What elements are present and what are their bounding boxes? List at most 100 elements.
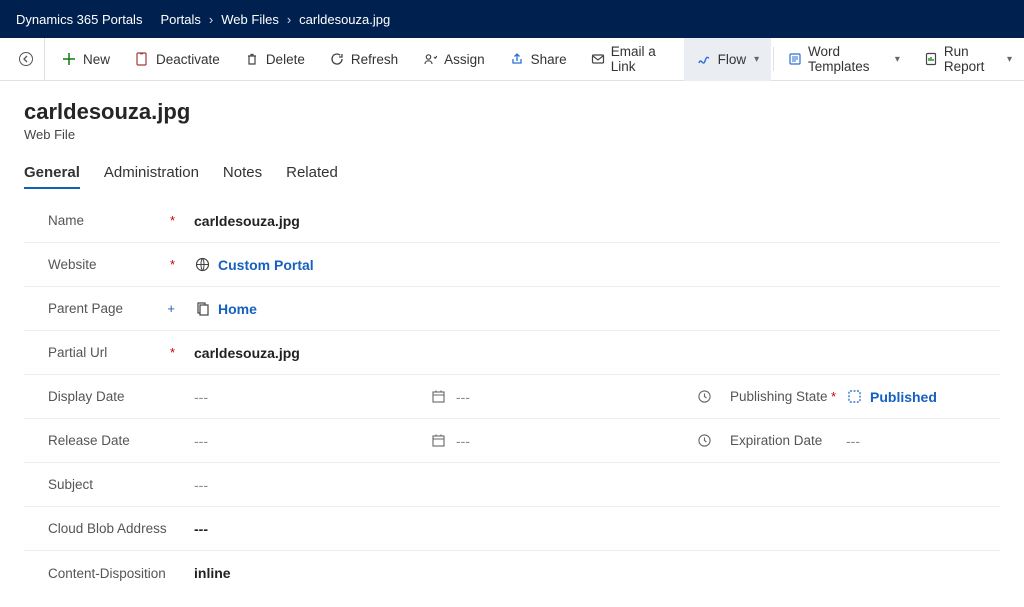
form-tabs: General Administration Notes Related bbox=[0, 146, 1024, 191]
breadcrumb-item[interactable]: Portals bbox=[160, 12, 200, 27]
parent-value[interactable]: Home bbox=[180, 301, 1000, 317]
general-form: Name * carldesouza.jpg Website * Custom Po… bbox=[0, 191, 1024, 595]
delete-button[interactable]: Delete bbox=[232, 38, 317, 81]
field-name: Name * carldesouza.jpg bbox=[24, 199, 1000, 243]
email-icon bbox=[591, 51, 605, 67]
email-link-label: Email a Link bbox=[611, 44, 672, 74]
chevron-down-icon: ▾ bbox=[1007, 54, 1012, 65]
flow-button[interactable]: Flow ▾ bbox=[684, 38, 772, 81]
subject-value[interactable]: --- bbox=[180, 477, 1000, 493]
website-link: Custom Portal bbox=[218, 257, 314, 273]
publishing-state-link: Published bbox=[870, 389, 937, 405]
deactivate-label: Deactivate bbox=[156, 52, 220, 67]
back-icon bbox=[18, 51, 34, 67]
required-icon: * bbox=[170, 257, 175, 272]
refresh-label: Refresh bbox=[351, 52, 398, 67]
flow-icon bbox=[696, 51, 712, 67]
calendar-icon[interactable] bbox=[430, 389, 446, 405]
field-content-disposition: Content-Disposition inline bbox=[24, 551, 1000, 595]
release-date-label: Release Date bbox=[48, 433, 130, 448]
run-report-label: Run Report bbox=[944, 44, 999, 74]
expiration-value[interactable]: --- bbox=[846, 433, 946, 449]
parent-link: Home bbox=[218, 301, 257, 317]
cloud-value[interactable]: --- bbox=[180, 521, 1000, 537]
refresh-icon bbox=[329, 51, 345, 67]
chevron-right-icon: › bbox=[287, 12, 291, 27]
delete-label: Delete bbox=[266, 52, 305, 67]
flow-label: Flow bbox=[718, 52, 747, 67]
display-date-date[interactable]: --- bbox=[180, 389, 412, 405]
field-subject: Subject --- bbox=[24, 463, 1000, 507]
expiration-label: Expiration Date bbox=[730, 433, 822, 448]
partial-label: Partial Url bbox=[48, 345, 107, 360]
trash-icon bbox=[244, 51, 260, 67]
assign-icon bbox=[422, 51, 438, 67]
recommended-icon: + bbox=[167, 301, 175, 316]
release-date-date[interactable]: --- bbox=[180, 433, 412, 449]
assign-label: Assign bbox=[444, 52, 485, 67]
email-link-button[interactable]: Email a Link bbox=[579, 38, 684, 81]
new-label: New bbox=[83, 52, 110, 67]
tab-administration[interactable]: Administration bbox=[104, 158, 199, 191]
calendar-icon[interactable] bbox=[430, 433, 446, 449]
tab-related[interactable]: Related bbox=[286, 158, 338, 191]
breadcrumb-item[interactable]: Web Files bbox=[221, 12, 279, 27]
report-icon bbox=[924, 51, 938, 67]
page-title: carldesouza.jpg bbox=[24, 99, 1000, 125]
plus-icon bbox=[61, 51, 77, 67]
command-bar: New Deactivate Delete Refresh Assign bbox=[0, 38, 1024, 81]
display-date-label: Display Date bbox=[48, 389, 125, 404]
website-value[interactable]: Custom Portal bbox=[180, 257, 1000, 273]
word-templates-button[interactable]: Word Templates ▾ bbox=[776, 38, 912, 81]
share-icon bbox=[509, 51, 525, 67]
field-display-date: Display Date --- --- Publishing State* P… bbox=[24, 375, 1000, 419]
share-button[interactable]: Share bbox=[497, 38, 579, 81]
name-value[interactable]: carldesouza.jpg bbox=[180, 213, 1000, 229]
state-icon bbox=[846, 389, 862, 405]
required-icon: * bbox=[170, 213, 175, 228]
field-parent-page: Parent Page + Home bbox=[24, 287, 1000, 331]
share-label: Share bbox=[531, 52, 567, 67]
word-templates-label: Word Templates bbox=[808, 44, 887, 74]
website-label: Website bbox=[48, 257, 97, 272]
page-icon bbox=[194, 301, 210, 317]
disposition-label: Content-Disposition bbox=[48, 566, 166, 581]
deactivate-button[interactable]: Deactivate bbox=[122, 38, 232, 81]
breadcrumb-item[interactable]: carldesouza.jpg bbox=[299, 12, 390, 27]
release-date-time[interactable]: --- bbox=[456, 433, 686, 449]
field-cloud-blob: Cloud Blob Address --- bbox=[24, 507, 1000, 551]
partial-value[interactable]: carldesouza.jpg bbox=[180, 345, 1000, 361]
chevron-down-icon: ▾ bbox=[895, 54, 900, 65]
separator bbox=[773, 47, 774, 71]
clock-icon[interactable] bbox=[696, 389, 712, 405]
field-partial-url: Partial Url * carldesouza.jpg bbox=[24, 331, 1000, 375]
breadcrumb: Portals › Web Files › carldesouza.jpg bbox=[160, 12, 390, 27]
entity-name: Web File bbox=[24, 127, 1000, 142]
word-icon bbox=[788, 51, 802, 67]
tab-notes[interactable]: Notes bbox=[223, 158, 262, 191]
field-release-date: Release Date --- --- Expiration Date --- bbox=[24, 419, 1000, 463]
required-icon: * bbox=[170, 345, 175, 360]
display-date-time[interactable]: --- bbox=[456, 389, 686, 405]
name-label: Name bbox=[48, 213, 84, 228]
refresh-button[interactable]: Refresh bbox=[317, 38, 410, 81]
app-name: Dynamics 365 Portals bbox=[16, 12, 142, 27]
disposition-value[interactable]: inline bbox=[180, 565, 1000, 581]
deactivate-icon bbox=[134, 51, 150, 67]
subject-label: Subject bbox=[48, 477, 93, 492]
tab-general[interactable]: General bbox=[24, 158, 80, 191]
assign-button[interactable]: Assign bbox=[410, 38, 497, 81]
new-button[interactable]: New bbox=[49, 38, 122, 81]
publishing-state-value[interactable]: Published bbox=[846, 389, 946, 405]
chevron-right-icon: › bbox=[209, 12, 213, 27]
publishing-state-label: Publishing State bbox=[730, 389, 828, 404]
parent-label: Parent Page bbox=[48, 301, 123, 316]
run-report-button[interactable]: Run Report ▾ bbox=[912, 38, 1024, 81]
global-nav: Dynamics 365 Portals Portals › Web Files… bbox=[0, 0, 1024, 38]
globe-icon bbox=[194, 257, 210, 273]
back-button[interactable] bbox=[8, 38, 45, 81]
clock-icon[interactable] bbox=[696, 433, 712, 449]
chevron-down-icon: ▾ bbox=[754, 54, 759, 65]
record-header: carldesouza.jpg Web File bbox=[0, 81, 1024, 146]
field-website: Website * Custom Portal bbox=[24, 243, 1000, 287]
